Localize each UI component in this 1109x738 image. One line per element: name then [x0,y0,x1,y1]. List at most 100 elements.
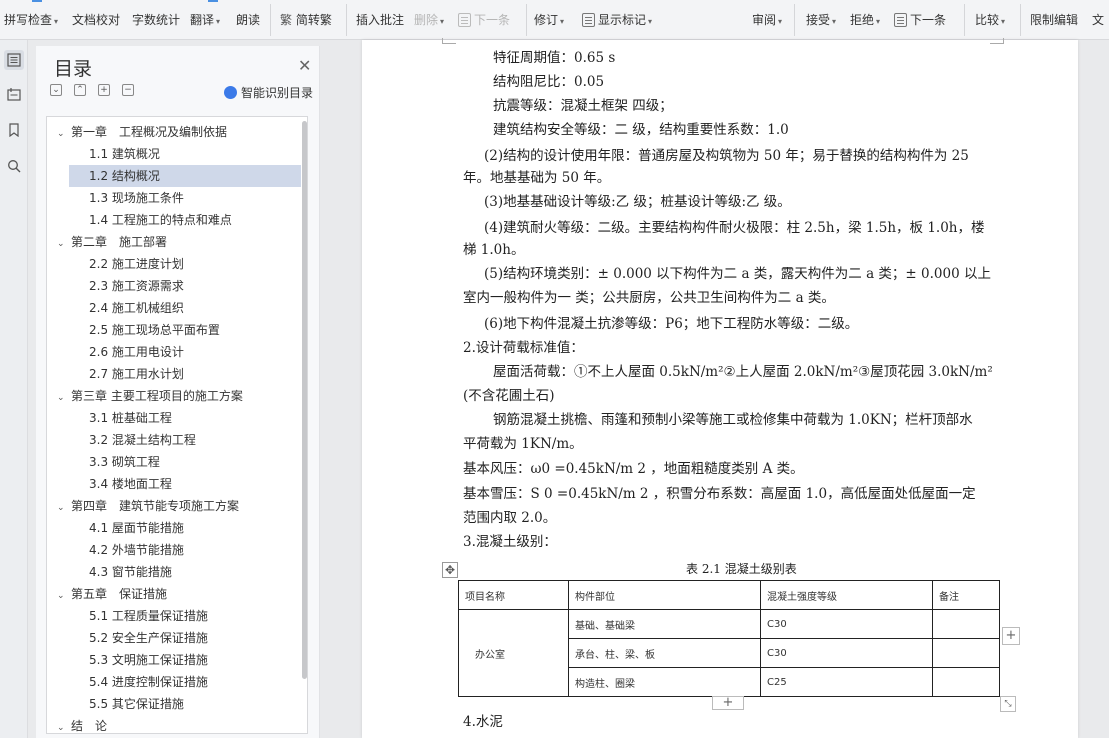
toc-section-item[interactable]: 5.5 其它保证措施 [47,693,299,715]
toc-chapter-item[interactable]: ⌄ 第四章 建筑节能专项施工方案 [47,495,299,517]
toc-item-label: 2.2 施工进度计划 [89,257,184,271]
document-line: 平荷载为 1KN/m。 [463,436,583,452]
document-line: 2.设计荷载标准值： [463,340,584,356]
toc-section-item[interactable]: 3.1 桩基础工程 [47,407,299,429]
toolbar-divider [1020,4,1021,36]
toc-section-item[interactable]: 3.2 混凝土结构工程 [47,429,299,451]
toc-section-item[interactable]: 1.3 现场施工条件 [47,187,299,209]
chevron-down-icon[interactable]: ⌄ [57,497,71,519]
chevron-down-icon[interactable]: ⌄ [57,585,71,607]
toc-section-item[interactable]: 3.3 砌筑工程 [47,451,299,473]
toc-item-label: 2.6 施工用电设计 [89,345,184,359]
table-cell [932,638,1000,668]
smart-detect-toc-button[interactable]: 智能识别目录 [224,84,313,101]
toc-chapter-item[interactable]: ⌄ 第三章 主要工程项目的施工方案 [47,385,299,407]
bookmark-icon[interactable] [4,120,24,140]
add-row-icon[interactable]: + [712,696,744,710]
scrollbar[interactable] [302,121,307,679]
toc-chapter-item[interactable]: ⌄ 第五章 保证措施 [47,583,299,605]
nav-pane-icon[interactable] [4,84,24,104]
toc-section-item[interactable]: 5.2 安全生产保证措施 [47,627,299,649]
toc-section-item[interactable]: 2.6 施工用电设计 [47,341,299,363]
toc-item-label: 3.2 混凝土结构工程 [89,433,196,447]
toc-item-label: 2.4 施工机械组织 [89,301,184,315]
toc-section-item[interactable]: 2.3 施工资源需求 [47,275,299,297]
toc-section-item[interactable]: 1.1 建筑概况 [47,143,299,165]
toc-section-item[interactable]: 5.4 进度控制保证措施 [47,671,299,693]
toolbar-divider [794,4,795,36]
table-header: 备注 [932,580,1000,610]
table-cell [932,609,1000,639]
toc-item-label: 1.2 结构概况 [89,169,160,183]
toc-section-item[interactable]: 5.3 文明施工保证措施 [47,649,299,671]
toc-section-item[interactable]: 2.2 施工进度计划 [47,253,299,275]
chevron-down-icon[interactable]: ⌄ [57,387,71,409]
toc-section-item[interactable]: 1.2 结构概况 [69,165,301,187]
toc-section-item[interactable]: 4.2 外墙节能措施 [47,539,299,561]
toc-item-label: 1.3 现场施工条件 [89,191,184,205]
toc-item-label: 4.3 窗节能措施 [89,565,172,579]
document-line: 3.混凝土级别： [463,534,557,550]
document-line: 4.水泥 [463,714,503,730]
toc-chapter-item[interactable]: ⌄ 结 论 [47,715,299,733]
table-header: 混凝土强度等级 [760,580,933,610]
chevron-down-icon[interactable]: ⌄ [57,717,71,733]
table-header: 项目名称 [458,580,569,610]
document-line: (6)地下构件混凝土抗渗等级：P6；地下工程防水等级：二级。 [484,316,859,332]
resize-table-icon[interactable]: ⤡ [1000,696,1016,712]
toc-item-label: 结 论 [71,719,108,733]
chevron-down-icon[interactable]: ⌄ [57,123,71,145]
document-line: 屋面活荷载：①不上人屋面 0.5kN/m²②上人屋面 2.0kN/m²③屋顶花园… [493,364,993,380]
toc-section-item[interactable]: 4.1 屋面节能措施 [47,517,299,539]
toc-chapter-item[interactable]: ⌄ 第一章 工程概况及编制依据 [47,121,299,143]
expand-all-icon[interactable]: + [98,84,110,96]
toc-item-label: 4.2 外墙节能措施 [89,543,184,557]
toc-item-label: 第三章 主要工程项目的施工方案 [71,389,243,403]
document-line: 基本雪压：S 0 =0.45kN/m 2 ，积雪分布系数：高屋面 1.0，高低屋… [463,486,976,502]
toc-section-item[interactable]: 2.7 施工用水计划 [47,363,299,385]
toc-section-item[interactable]: 2.5 施工现场总平面布置 [47,319,299,341]
chevron-up-icon[interactable]: ⌃ [74,84,86,96]
chevron-down-icon[interactable]: ⌄ [50,84,62,96]
toolbar-divider [526,4,527,36]
toc-section-item[interactable]: 2.4 施工机械组织 [47,297,299,319]
document-page[interactable]: 表 2.1 混凝土级别表 ✥ 项目名称 构件部位 混凝土强度等级 备注 办公室 … [362,38,1078,738]
collapse-all-icon[interactable]: − [122,84,134,96]
document-line: (5)结构环境类别：± 0.000 以下构件为二 a 类，露天构件为二 a 类；… [484,266,991,282]
convert-icon: 繁 [280,13,293,27]
table-cell [932,667,1000,697]
toc-title: 目录 [54,58,93,80]
close-icon[interactable]: ✕ [298,56,311,75]
toc-item-label: 第四章 建筑节能专项施工方案 [71,499,240,513]
toc-item-label: 3.4 楼地面工程 [89,477,172,491]
search-icon[interactable] [4,156,24,176]
toc-item-label: 3.1 桩基础工程 [89,411,172,425]
document-line: 特征周期值：0.65 s [493,50,616,66]
document-line: 年。地基基础为 50 年。 [463,170,611,186]
toc-list: ⌄ 第一章 工程概况及编制依据 1.1 建筑概况 1.2 结构概况 1.3 现场施工条件… [46,116,308,734]
table-cell: 基础、基础梁 [568,609,761,639]
document-line: 建筑结构安全等级：二 级，结构重要性系数：1.0 [493,122,789,138]
toc-section-item[interactable]: 1.4 工程施工的特点和难点 [47,209,299,231]
toc-item-label: 2.3 施工资源需求 [89,279,184,293]
table-header: 构件部位 [568,580,761,610]
toolbar-divider [964,4,965,36]
toc-section-item[interactable]: 5.1 工程质量保证措施 [47,605,299,627]
document-area: 表 2.1 混凝土级别表 ✥ 项目名称 构件部位 混凝土强度等级 备注 办公室 … [328,38,1109,738]
toc-icon[interactable] [4,50,24,70]
document-line: (不含花圃土石) [463,388,555,404]
toc-item-label: 4.1 屋面节能措施 [89,521,184,535]
move-table-icon[interactable]: ✥ [442,562,458,578]
document-line: 基本风压：ω0 =0.45kN/m 2 ，地面粗糙度类别 A 类。 [463,461,804,477]
translate-icon [208,0,218,2]
chevron-down-icon[interactable]: ⌄ [57,233,71,255]
document-line: (3)地基基础设计等级:乙 级；桩基设计等级:乙 级。 [484,194,791,210]
toc-section-item[interactable]: 4.3 窗节能措施 [47,561,299,583]
table-row: 办公室 基础、基础梁 C30 [458,609,1000,697]
toc-chapter-item[interactable]: ⌄ 第二章 施工部署 [47,231,299,253]
toc-item-label: 第二章 施工部署 [71,235,168,249]
add-column-icon[interactable]: + [1002,627,1020,645]
table-cell: 构造柱、圈梁 [568,667,761,697]
toc-item-label: 第五章 保证措施 [71,587,168,601]
toc-section-item[interactable]: 3.4 楼地面工程 [47,473,299,495]
